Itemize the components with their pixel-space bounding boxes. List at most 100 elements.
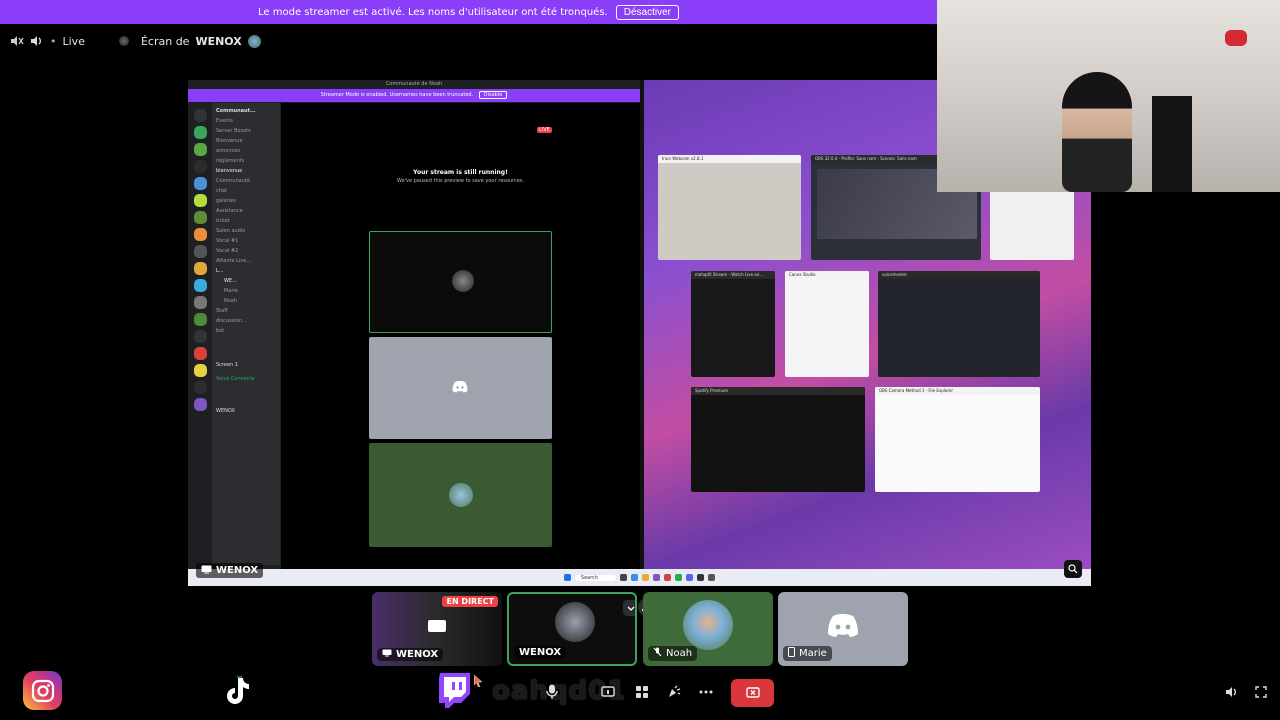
window-stream-watch: mahqd0 Stream - Watch Live on...: [691, 271, 775, 377]
preview-tile-discord: [369, 337, 552, 439]
taskbar-app-icon: [631, 574, 639, 581]
screen-label: Screen 1: [216, 362, 238, 368]
camera-button[interactable]: [594, 680, 622, 704]
screen-share-icon: [382, 649, 392, 660]
participant-name: Marie: [799, 648, 827, 659]
avatar: [683, 600, 733, 650]
channel-item: galeries: [216, 198, 236, 204]
channel-item: Assistance: [216, 208, 243, 214]
webcam-person: [1062, 72, 1132, 192]
window-voicemeeter: voicemeeter: [878, 271, 1040, 377]
server-icon: [193, 381, 207, 394]
server-list: [191, 103, 209, 565]
participant-tile-wenox[interactable]: WENOX: [507, 592, 637, 666]
window-title: Canva Studio: [785, 271, 869, 279]
server-icon: [193, 262, 207, 275]
channel-item: Communauté: [216, 178, 250, 184]
chevron-down-icon[interactable]: [623, 600, 635, 616]
streamer-mode-banner: Le mode streamer est activé. Les noms d'…: [0, 0, 937, 24]
disconnect-button[interactable]: [731, 679, 774, 707]
user-tag: WENOX: [216, 408, 235, 414]
speaker-icon[interactable]: [30, 35, 44, 47]
more-options-button[interactable]: [692, 680, 720, 704]
window-title: voicemeeter: [878, 271, 1040, 279]
channel-item: annonces: [216, 148, 241, 154]
server-icon: [193, 245, 207, 258]
voice-connected: Voice Connecte: [216, 376, 255, 382]
window-iriun-webcam: Iriun Webcam v2.8.1: [658, 155, 801, 260]
screen-share-icon: [428, 620, 446, 632]
stream-name-tag: WENOX: [196, 563, 264, 578]
screen-share-icon: [201, 565, 212, 577]
discord-home-icon: [193, 109, 207, 122]
participant-name: WENOX: [519, 647, 562, 658]
server-icon: [193, 279, 207, 292]
server-name: Communaut...: [216, 108, 256, 114]
participant-label: Marie: [783, 646, 832, 661]
channel-item: WE...: [224, 278, 237, 284]
server-icon: [193, 398, 207, 411]
window-obs-extra: [990, 190, 1074, 260]
channel-item: Marie: [224, 288, 238, 294]
window-spotify: Spotify Premium: [691, 387, 865, 492]
server-icon: [193, 160, 207, 173]
shared-taskbar: Search: [188, 569, 1091, 586]
channel-list: Communaut... Events Server Boosts Bienve…: [212, 103, 280, 565]
taskbar-app-icon: [708, 574, 716, 581]
participant-tile-marie[interactable]: Marie: [778, 592, 908, 666]
taskbar-app-icon: [686, 574, 694, 581]
taskbar-app-icon: [675, 574, 683, 581]
volume-settings-icon[interactable]: [10, 35, 24, 47]
channel-item: L...: [216, 268, 224, 274]
live-dot: •: [50, 34, 57, 48]
avatar: [452, 270, 474, 292]
participant-tile-noah[interactable]: Noah: [643, 592, 773, 666]
channel-item: Attente Live...: [216, 258, 252, 264]
activities-button[interactable]: [628, 680, 656, 704]
server-icon: [193, 211, 207, 224]
channel-item: Bienvenue: [216, 138, 243, 144]
volume-icon[interactable]: [1218, 680, 1246, 704]
webcam-feed[interactable]: [937, 0, 1280, 192]
channel-item: Salon audio: [216, 228, 246, 234]
avatar: [555, 602, 595, 642]
server-icon: [193, 194, 207, 207]
server-icon: [193, 313, 207, 326]
window-title: Iriun Webcam v2.8.1: [658, 155, 801, 163]
taskbar-app-icon: [653, 574, 661, 581]
screen-prefix: Écran de: [140, 34, 190, 48]
streamer-mode-text: Le mode streamer est activé. Les noms d'…: [258, 6, 608, 18]
live-badge: EN DIRECT: [442, 596, 498, 607]
server-icon: [193, 177, 207, 190]
avatar: [449, 483, 473, 507]
server-icon: [193, 347, 207, 360]
channel-item: chat: [216, 188, 227, 194]
name-tag-label: WENOX: [216, 565, 259, 576]
owner-avatar: [247, 34, 261, 48]
window-canva: Canva Studio: [785, 271, 869, 377]
taskbar-app-icon: [697, 574, 705, 581]
taskbar-app-icon: [664, 574, 672, 581]
channel-item: Server Boosts: [216, 128, 251, 134]
channel-item: ticket: [216, 218, 230, 224]
streamer-avatar: [118, 36, 129, 46]
soundboard-button[interactable]: [660, 680, 688, 704]
windows-start-icon: [563, 574, 571, 581]
muted-mic-icon: [653, 647, 662, 660]
server-icon: [193, 330, 207, 343]
participant-tile-wenox-stream[interactable]: EN DIRECT WENOX: [372, 592, 502, 666]
webcam-red-object: [1225, 30, 1247, 46]
fullscreen-icon[interactable]: [1247, 680, 1275, 704]
disable-streamer-mode-button[interactable]: Désactiver: [615, 4, 679, 20]
window-file-explorer: OBS Camera Method 1 - File Explorer: [875, 387, 1040, 492]
window-title: mahqd0 Stream - Watch Live on...: [691, 271, 775, 279]
mic-button[interactable]: [538, 680, 566, 704]
participant-label: WENOX: [514, 646, 567, 659]
zoom-icon[interactable]: [1064, 560, 1082, 578]
stream-preview-area: LIVE Your stream is still running! We've…: [281, 103, 640, 569]
participant-label: Noah: [648, 646, 698, 661]
server-icon: [193, 126, 207, 139]
live-badge: LIVE: [537, 127, 552, 133]
window-title: OBS Camera Method 1 - File Explorer: [875, 387, 1040, 395]
taskbar-app-icon: [620, 574, 628, 581]
